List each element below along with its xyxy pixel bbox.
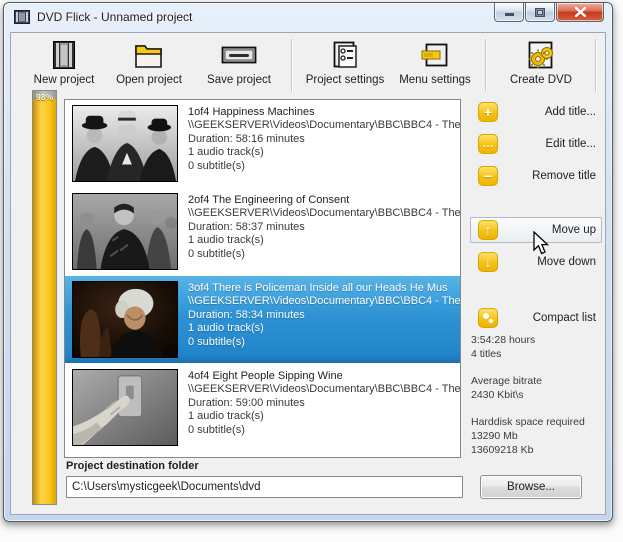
space-mb: 13290 Mb	[471, 430, 518, 442]
add-title-button[interactable]: + Add title...	[470, 99, 602, 125]
title-audio-tracks: 1 audio track(s)	[188, 322, 264, 335]
destination-folder-label: Project destination folder	[66, 460, 199, 472]
minimize-icon	[504, 12, 514, 16]
project-stats: 3:54:28 hours 4 titles Average bitrate 2…	[471, 333, 621, 470]
destination-folder-input[interactable]	[66, 476, 463, 498]
capacity-percent-label: 98%	[35, 92, 53, 102]
dvd-flick-window: DVD Flick - Unnamed project New project …	[3, 2, 613, 522]
capacity-fill-segment	[33, 99, 56, 504]
title-subtitles: 0 subtitle(s)	[188, 159, 245, 172]
add-title-label: Add title...	[544, 106, 596, 118]
total-duration: 3:54:28 hours	[471, 334, 536, 346]
title-duration: Duration: 58:37 minutes	[188, 220, 305, 233]
new-project-button[interactable]: New project	[23, 39, 105, 93]
title-duration: Duration: 59:00 minutes	[188, 396, 305, 409]
title-name: 3of4 There is Policeman Inside all our H…	[188, 282, 448, 294]
arrow-down-icon: ↓	[478, 252, 498, 272]
video-thumbnail	[72, 369, 178, 446]
toolbar-label: Open project	[116, 74, 182, 86]
toolbar-separator	[485, 39, 487, 91]
toolbar-label: Menu settings	[399, 74, 471, 86]
title-audio-tracks: 1 audio track(s)	[188, 146, 264, 159]
edit-title-button[interactable]: … Edit title...	[470, 131, 602, 157]
title-source-path: \\GEEKSERVER\Videos\Documentary\BBC\BBC4…	[188, 207, 460, 220]
title-name: 2of4 The Engineering of Consent	[188, 194, 350, 206]
close-button[interactable]	[556, 3, 604, 22]
move-up-label: Move up	[551, 224, 596, 236]
open-folder-icon	[131, 39, 167, 71]
title-audio-tracks: 1 audio track(s)	[188, 410, 264, 423]
title-audio-tracks: 1 audio track(s)	[188, 234, 264, 247]
minus-icon: −	[478, 166, 498, 186]
toolbar-label: Save project	[207, 74, 271, 86]
title-list-item-selected[interactable]: 3of4 There is Policeman Inside all our H…	[65, 276, 460, 363]
maximize-icon	[535, 7, 545, 17]
title-subtitles: 0 subtitle(s)	[188, 335, 245, 348]
title-list-item[interactable]: 2of4 The Engineering of Consent \\GEEKSE…	[65, 188, 460, 275]
menu-settings-button[interactable]: Menu settings	[391, 39, 479, 93]
disc-capacity-bar: 98%	[32, 90, 57, 505]
space-required-label: Harddisk space required	[471, 416, 585, 428]
title-duration: Duration: 58:34 minutes	[188, 308, 305, 321]
title-actions-panel: + Add title... … Edit title... − Remove …	[470, 99, 602, 337]
title-name: 1of4 Happiness Machines	[188, 106, 315, 118]
title-duration: Duration: 58:16 minutes	[188, 132, 305, 145]
create-dvd-button[interactable]: Create DVD	[493, 39, 589, 93]
titlebar[interactable]: DVD Flick - Unnamed project	[4, 3, 612, 31]
video-thumbnail	[72, 105, 178, 182]
menu-window-icon	[417, 39, 453, 71]
maximize-button[interactable]	[525, 3, 555, 22]
title-list-item[interactable]: 4of4 Eight People Sipping Wine \\GEEKSER…	[65, 364, 460, 451]
title-list-item[interactable]: 1of4 Happiness Machines \\GEEKSERVER\Vid…	[65, 100, 460, 187]
title-source-path: \\GEEKSERVER\Videos\Documentary\BBC\BBC4…	[188, 119, 460, 132]
client-area: New project Open project Save project Pr…	[10, 32, 606, 515]
move-down-button[interactable]: ↓ Move down	[470, 249, 602, 275]
toolbar-separator	[595, 39, 597, 91]
title-source-path: \\GEEKSERVER\Videos\Documentary\BBC\BBC4…	[188, 295, 460, 308]
save-project-button[interactable]: Save project	[193, 39, 285, 93]
bitrate-label: Average bitrate	[471, 375, 543, 387]
toolbar-label: New project	[33, 74, 95, 86]
close-icon	[574, 7, 586, 17]
move-up-button[interactable]: ↑ Move up	[470, 217, 602, 243]
minimize-button[interactable]	[494, 3, 524, 22]
title-source-path: \\GEEKSERVER\Videos\Documentary\BBC\BBC4…	[188, 383, 460, 396]
project-settings-button[interactable]: Project settings	[299, 39, 391, 93]
move-down-label: Move down	[537, 256, 596, 268]
screenshot-stage: DVD Flick - Unnamed project New project …	[0, 0, 623, 542]
toolbar-label: Project settings	[305, 74, 385, 86]
title-list[interactable]: 1of4 Happiness Machines \\GEEKSERVER\Vid…	[64, 99, 461, 458]
compact-list-label: Compact list	[532, 312, 596, 324]
remove-title-button[interactable]: − Remove title	[470, 163, 602, 189]
title-subtitles: 0 subtitle(s)	[188, 247, 245, 260]
title-subtitles: 0 subtitle(s)	[188, 423, 245, 436]
space-kb: 13609218 Kb	[471, 444, 534, 456]
video-thumbnail	[72, 193, 178, 270]
bitrate-value: 2430 Kbit\s	[471, 389, 524, 401]
video-thumbnail	[72, 281, 178, 358]
disk-drive-icon	[221, 39, 257, 71]
toolbar-label: Create DVD	[510, 74, 572, 86]
ellipsis-icon: …	[478, 134, 498, 154]
toolbar-separator	[291, 39, 293, 91]
open-project-button[interactable]: Open project	[105, 39, 193, 93]
compact-list-icon	[478, 308, 498, 328]
window-title: DVD Flick - Unnamed project	[37, 10, 193, 24]
remove-title-label: Remove title	[532, 170, 596, 182]
filmstrip-icon	[46, 39, 82, 71]
app-icon	[14, 10, 30, 24]
gears-icon	[523, 39, 559, 71]
title-name: 4of4 Eight People Sipping Wine	[188, 370, 343, 382]
browse-button[interactable]: Browse...	[480, 475, 582, 499]
toolbar: New project Open project Save project Pr…	[23, 39, 603, 95]
edit-title-label: Edit title...	[545, 138, 597, 150]
arrow-up-icon: ↑	[478, 220, 498, 240]
compact-list-button[interactable]: Compact list	[470, 305, 602, 331]
plus-icon: +	[478, 102, 498, 122]
title-count: 4 titles	[471, 348, 502, 360]
settings-list-icon	[327, 39, 363, 71]
